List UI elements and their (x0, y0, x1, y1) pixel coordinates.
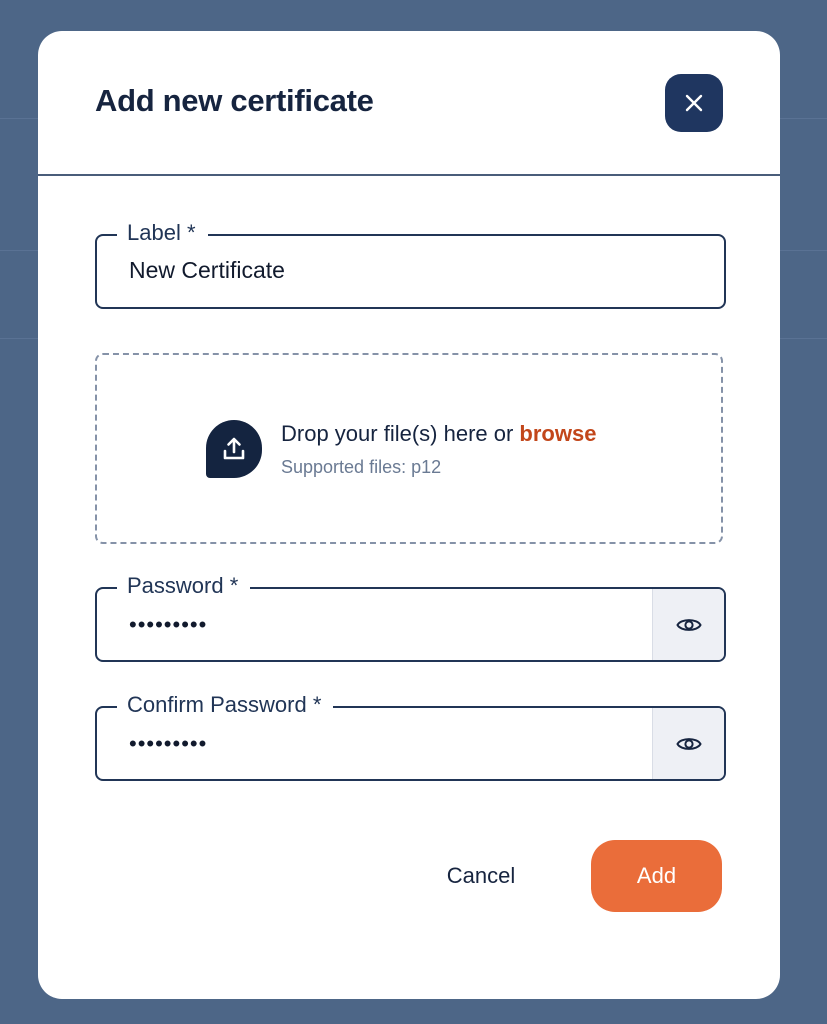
close-button[interactable] (665, 74, 723, 132)
file-dropzone[interactable]: Drop your file(s) here or browse Support… (95, 353, 723, 544)
upload-icon (206, 420, 262, 478)
label-field[interactable]: Label * (95, 219, 726, 309)
dialog-title: Add new certificate (95, 83, 374, 118)
supported-files-hint: Supported files: p12 (281, 457, 442, 477)
label-input[interactable] (129, 250, 644, 290)
eye-icon (675, 737, 702, 750)
close-icon (685, 94, 703, 112)
cancel-button[interactable]: Cancel (426, 840, 536, 912)
confirm-password-field-label: Confirm Password * (117, 691, 334, 719)
show-confirm-password-button[interactable] (652, 708, 724, 779)
password-field-label: Password * (117, 572, 251, 600)
add-certificate-dialog: Add new certificate Label * Drop your fi… (38, 31, 780, 999)
label-field-label: Label * (117, 219, 208, 247)
browse-link[interactable]: browse (519, 421, 596, 446)
dialog-header: Add new certificate (38, 31, 780, 176)
confirm-password-input[interactable] (129, 724, 644, 764)
add-button[interactable]: Add (591, 840, 722, 912)
password-field[interactable]: Password * (95, 572, 726, 662)
confirm-password-field[interactable]: Confirm Password * (95, 691, 726, 781)
password-input[interactable] (129, 605, 644, 645)
dropzone-prompt: Drop your file(s) here or browse (281, 421, 596, 447)
dropzone-prompt-text: Drop your file(s) here or (281, 421, 520, 446)
eye-icon (675, 618, 702, 631)
show-password-button[interactable] (652, 589, 724, 660)
